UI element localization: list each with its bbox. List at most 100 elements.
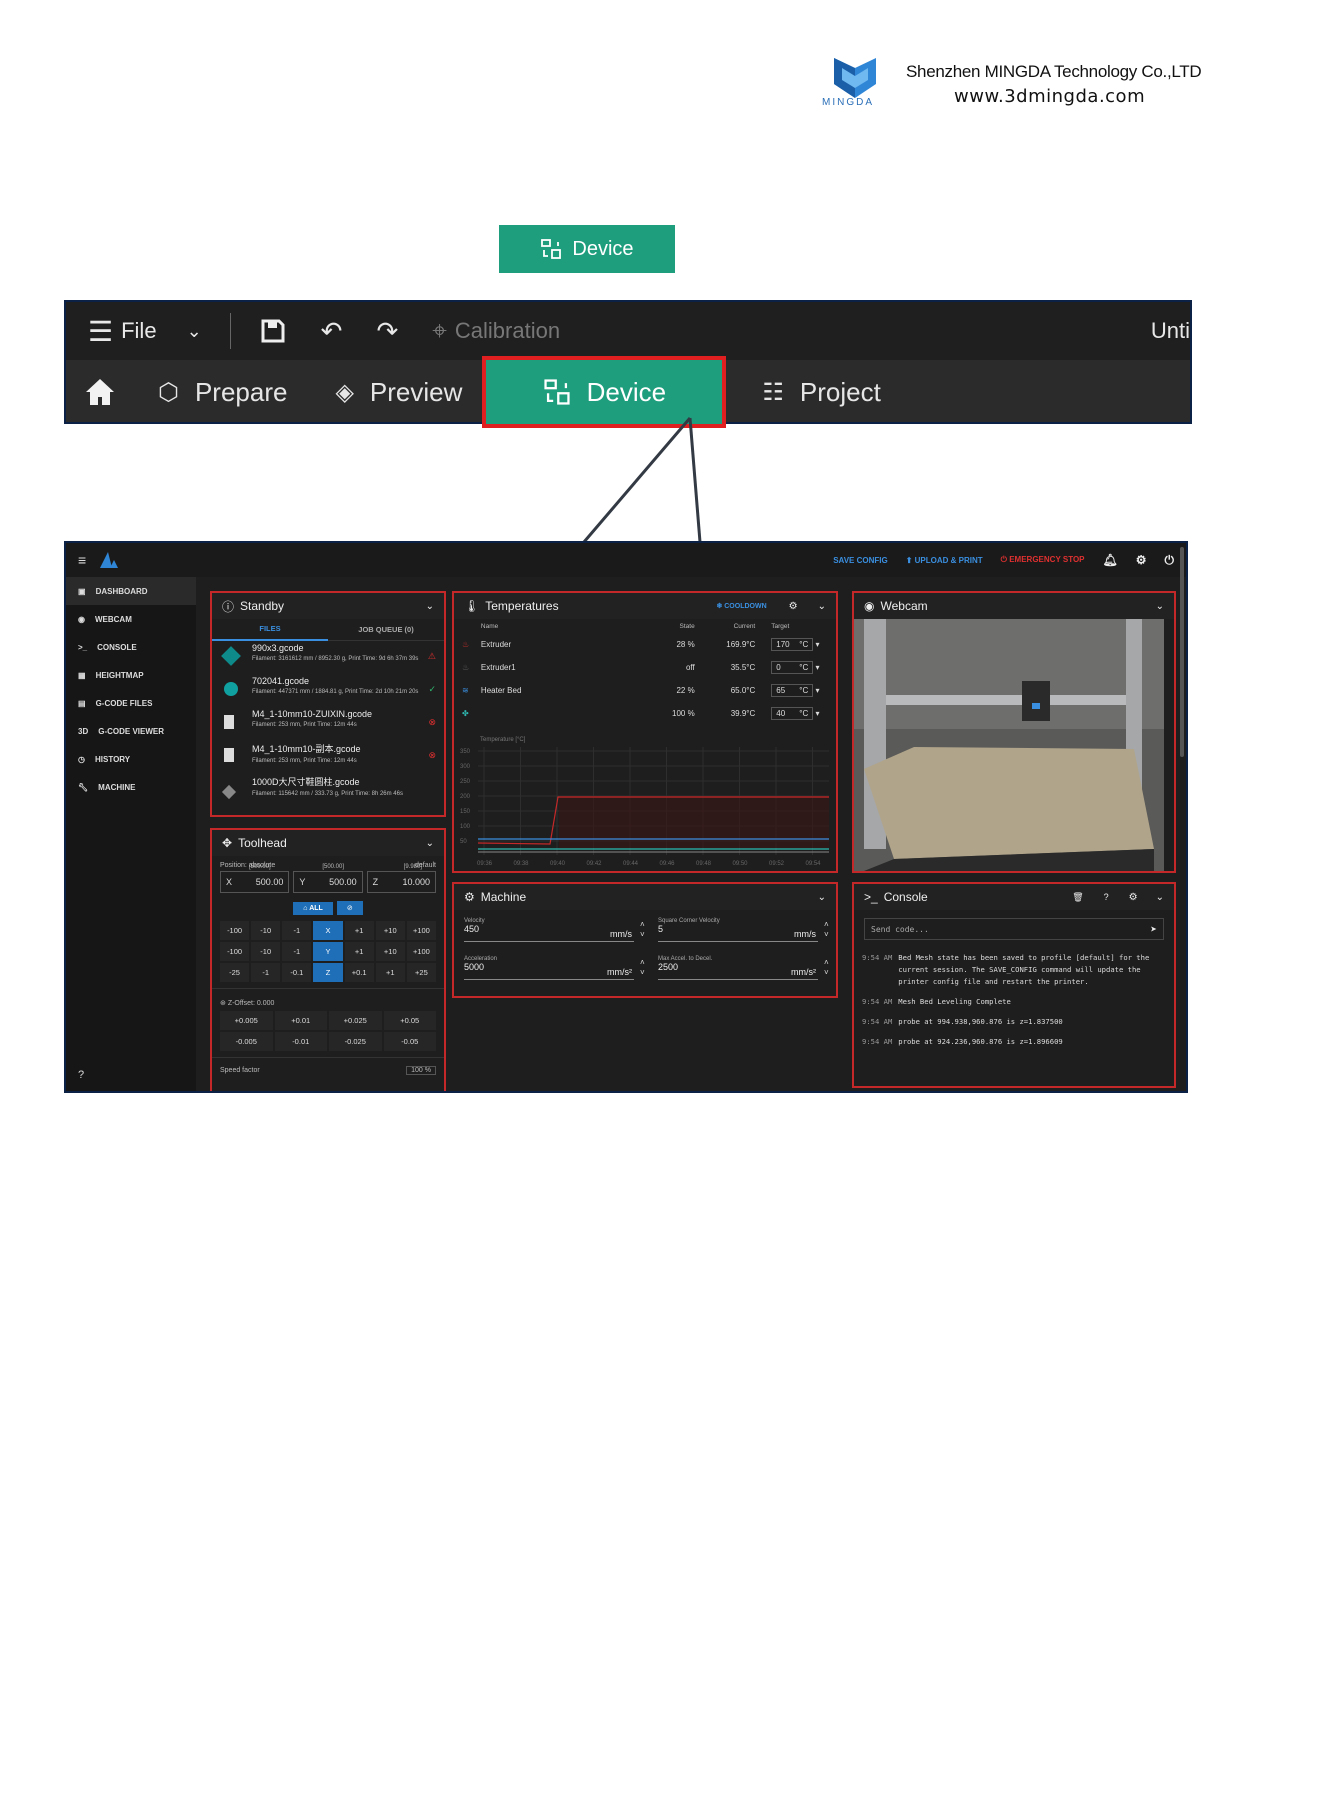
x-position[interactable]: X 500.00 [500.00] (220, 864, 290, 893)
jog-button[interactable]: -25 (220, 963, 250, 982)
chevron-down-icon[interactable]: ⌄ (187, 321, 202, 342)
jog-button[interactable]: -10 (251, 921, 281, 940)
velocity-field[interactable]: Velocity 450 mm/s (464, 918, 634, 942)
target-input[interactable]: 0 °C (771, 661, 814, 674)
home-all-button[interactable]: ⌂ ALL (293, 901, 333, 915)
file-item[interactable]: M4_1-10mm10-副本.gcode Filament: 253 mm, Pr… (212, 740, 444, 773)
sidebar-item-console[interactable]: >_ CONSOLE (66, 633, 196, 661)
jog-button[interactable]: +1 (375, 963, 405, 982)
scrollbar[interactable] (1180, 547, 1184, 757)
sidebar-item-heightmap[interactable]: ▦ HEIGHTMAP (66, 661, 196, 689)
file-menu[interactable]: File (121, 318, 156, 344)
save-config-button[interactable]: SAVE CONFIG (833, 556, 888, 565)
calibration-icon[interactable]: ⌖ (432, 315, 447, 347)
speed-factor-input[interactable]: 100 % (406, 1066, 436, 1075)
settings-icon[interactable]: ⚙ (789, 601, 798, 612)
tab-preview[interactable]: ◈ Preview (311, 360, 486, 424)
file-item[interactable]: 1000D大尺寸鞋圆柱.gcode Filament: 115642 mm / 3… (212, 773, 444, 806)
target-input[interactable]: 65 °C (771, 684, 814, 697)
z-position[interactable]: Z 10.000 [9.980] (366, 864, 436, 893)
console-input[interactable]: Send code... ➤ (864, 918, 1164, 940)
chevron-down-icon[interactable]: ⌄ (426, 601, 434, 612)
sidebar-item-gcode-viewer[interactable]: 3D G-CODE VIEWER (66, 717, 196, 745)
target-input[interactable]: 40 °C (771, 707, 814, 720)
stepper-icon[interactable]: ˄ ˅ (640, 958, 645, 978)
home-x-button[interactable]: X (313, 921, 343, 940)
trash-icon[interactable]: 🗑︎ (1072, 892, 1083, 903)
home-z-button[interactable]: Z (313, 963, 343, 982)
chevron-down-icon[interactable]: ⌄ (426, 838, 434, 849)
stepper-icon[interactable]: ˄ ˅ (824, 920, 829, 940)
emergency-stop-button[interactable]: ⏻ EMERGENCY STOP (1001, 555, 1085, 565)
jog-button[interactable]: -1 (282, 921, 312, 940)
zoffset-button[interactable]: +0.005 (220, 1011, 273, 1030)
tab-project[interactable]: ☷ Project (722, 360, 904, 424)
save-icon[interactable] (259, 317, 287, 345)
undo-icon[interactable]: ↶ (321, 316, 343, 347)
device-chip-button[interactable]: Device (499, 225, 675, 273)
y-position[interactable]: Y 500.00 [500.00] (293, 864, 363, 893)
stepper-icon[interactable]: ˄ ˅ (824, 958, 829, 978)
sidebar-item-webcam[interactable]: ◉ WEBCAM (66, 605, 196, 633)
zoffset-button[interactable]: -0.005 (220, 1032, 273, 1051)
jog-button[interactable]: +10 (375, 942, 405, 961)
motors-off-button[interactable]: ⊘ (336, 901, 363, 915)
jog-button[interactable]: +25 (406, 963, 436, 982)
heater-name: Extruder (480, 640, 512, 649)
tab-device[interactable]: Device (482, 356, 727, 428)
chevron-down-icon[interactable]: ⌄ (1156, 892, 1164, 903)
home-tab[interactable] (66, 360, 134, 424)
file-item[interactable]: 702041.gcode Filament: 447371 mm / 1884.8… (212, 674, 444, 707)
jog-button[interactable]: -100 (220, 921, 250, 940)
jog-button[interactable]: -10 (251, 942, 281, 961)
settings-icon[interactable]: ⚙ (1136, 553, 1147, 567)
redo-icon[interactable]: ↷ (376, 316, 398, 347)
stepper-icon[interactable]: ˄ ˅ (640, 920, 645, 940)
jog-button[interactable]: +100 (406, 921, 436, 940)
tab-prepare[interactable]: ⬡ Prepare (134, 360, 311, 424)
zoffset-button[interactable]: -0.025 (329, 1032, 382, 1051)
sidebar-item-gcode-files[interactable]: ▤ G-CODE FILES (66, 689, 196, 717)
settings-icon[interactable]: ⚙ (1129, 892, 1138, 903)
jog-button[interactable]: +1 (344, 921, 374, 940)
chevron-down-icon[interactable]: ⌄ (1156, 601, 1164, 612)
zoffset-button[interactable]: -0.05 (383, 1032, 436, 1051)
home-y-button[interactable]: Y (313, 942, 343, 961)
bell-icon[interactable]: 🔔︎ (1103, 553, 1118, 567)
zoffset-button[interactable]: -0.01 (274, 1032, 327, 1051)
jog-button[interactable]: -1 (251, 963, 281, 982)
sidebar-item-history[interactable]: ◷ HISTORY (66, 745, 196, 773)
tab-files[interactable]: FILES (212, 619, 328, 641)
upload-print-button[interactable]: ⬆ UPLOAD & PRINT (906, 556, 983, 565)
sidebar-item-dashboard[interactable]: ▣ DASHBOARD (66, 577, 196, 605)
x-max: [500.00] (249, 864, 271, 870)
zoffset-button[interactable]: +0.025 (329, 1011, 382, 1030)
chevron-down-icon[interactable]: ⌄ (818, 892, 826, 903)
zoffset-button[interactable]: +0.01 (274, 1011, 327, 1030)
jog-button[interactable]: +0.1 (344, 963, 374, 982)
jog-button[interactable]: +10 (375, 921, 405, 940)
menu-icon[interactable]: ≡ (78, 552, 86, 568)
help-icon[interactable]: ? (1104, 892, 1109, 902)
target-input[interactable]: 170 °C (771, 638, 814, 651)
zoffset-button[interactable]: +0.05 (383, 1011, 436, 1030)
acceleration-field[interactable]: Acceleration 5000 mm/s² (464, 956, 634, 980)
max-accel-decel-field[interactable]: Max Accel. to Decel. 2500 mm/s² (658, 956, 818, 980)
send-icon[interactable]: ➤ (1150, 923, 1157, 936)
help-icon[interactable]: ? (78, 1069, 84, 1081)
hamburger-icon[interactable]: ☰ (88, 315, 113, 348)
cooldown-button[interactable]: ❄ COOLDOWN (716, 602, 766, 610)
jog-button[interactable]: -0.1 (282, 963, 312, 982)
tab-job-queue[interactable]: JOB QUEUE (0) (328, 620, 444, 640)
jog-button[interactable]: +100 (406, 942, 436, 961)
file-item[interactable]: 990x3.gcode Filament: 3161612 mm / 8952.3… (212, 641, 444, 674)
sidebar-item-machine[interactable]: 🔧︎ MACHINE (66, 773, 196, 801)
jog-button[interactable]: -1 (282, 942, 312, 961)
file-item[interactable]: M4_1-10mm10-ZUIXIN.gcode Filament: 253 mm… (212, 707, 444, 740)
calibration-button[interactable]: Calibration (455, 318, 560, 344)
power-icon[interactable]: ⏻ (1165, 553, 1175, 568)
chevron-down-icon[interactable]: ⌄ (818, 601, 826, 612)
square-corner-velocity-field[interactable]: Square Corner Velocity 5 mm/s (658, 918, 818, 942)
jog-button[interactable]: +1 (344, 942, 374, 961)
jog-button[interactable]: -100 (220, 942, 250, 961)
